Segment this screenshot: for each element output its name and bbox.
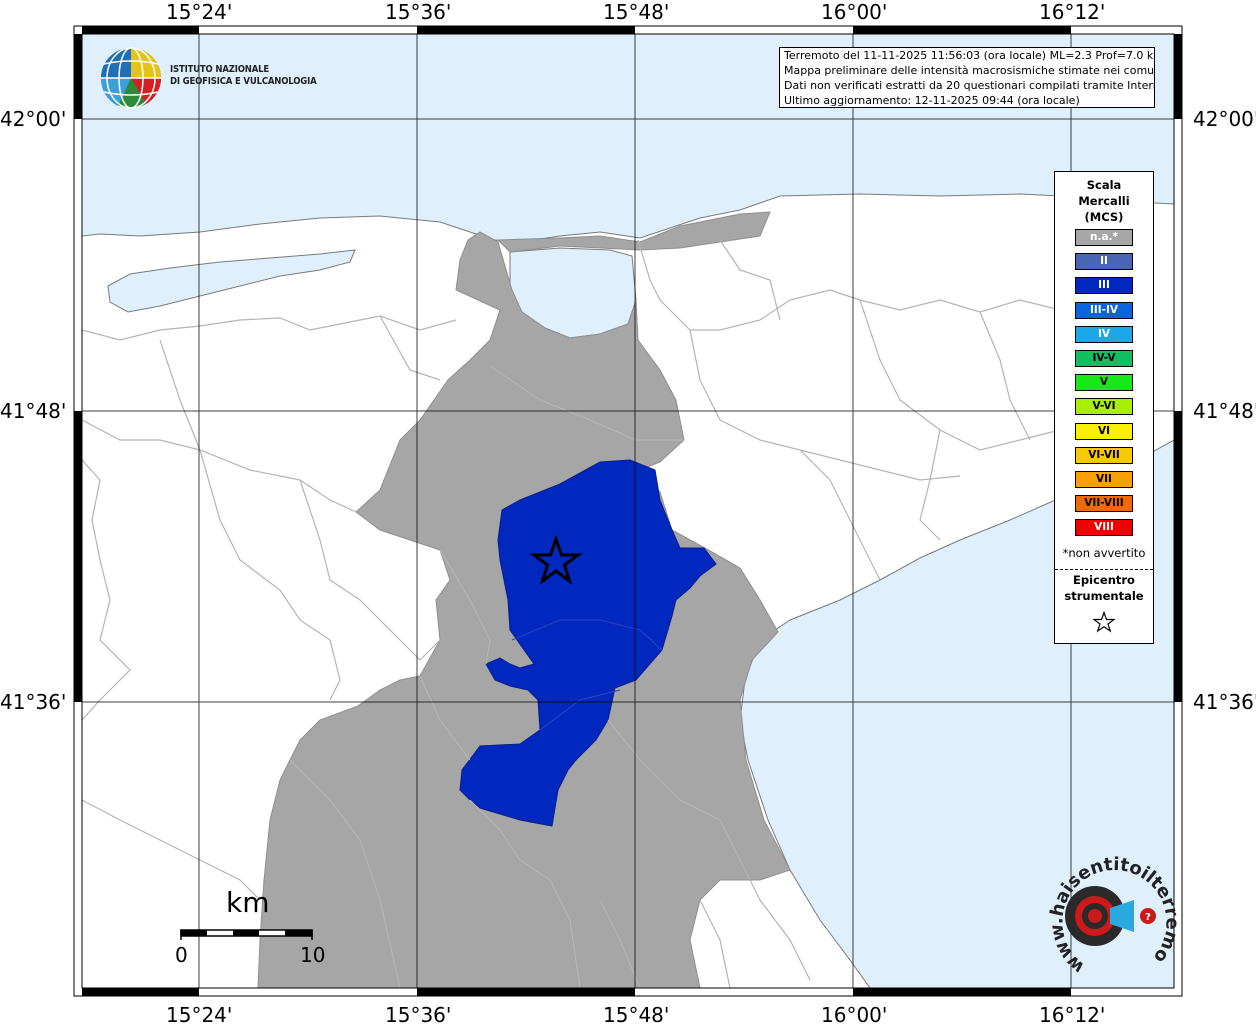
lon-label-bottom-5: 16°12'	[1039, 1003, 1106, 1027]
legend-swatch-iii: III	[1075, 277, 1133, 295]
lon-label-bottom-4: 16°00'	[821, 1003, 888, 1027]
legend-epicenter-label: Epicentro strumentale	[1055, 572, 1153, 604]
legend-swatch-ii: II	[1075, 253, 1133, 271]
legend-swatch-v: V	[1075, 374, 1133, 392]
event-info-line-4: Ultimo aggiornamento: 12-11-2025 09:44 (…	[784, 94, 1080, 107]
scale-max: 10	[300, 943, 326, 967]
legend-swatch-vii-viii: VII-VIII	[1075, 495, 1133, 513]
lat-label-left-2: 41°48'	[0, 399, 67, 423]
lat-label-left-1: 42°00'	[0, 107, 67, 131]
event-info-box: Terremoto del 11-11-2025 11:56:03 (ora l…	[779, 47, 1155, 108]
scale-unit: km	[226, 886, 270, 919]
event-info-line-2: Mappa preliminare delle intensità macros…	[784, 64, 1155, 77]
lat-label-right-2: 41°48'	[1193, 399, 1256, 423]
lon-label-top-5: 16°12'	[1039, 0, 1106, 24]
svg-text:?: ?	[1145, 912, 1151, 923]
legend-swatch-iv: IV	[1075, 325, 1133, 343]
ingv-logo-text: ISTITUTO NAZIONALE DI GEOFISICA E VULCAN…	[170, 64, 317, 88]
scale-min: 0	[175, 943, 188, 967]
event-info-line-1: Terremoto del 11-11-2025 11:56:03 (ora l…	[784, 49, 1155, 62]
lon-label-top-3: 15°48'	[603, 0, 670, 24]
legend-swatch-vi-vii: VI-VII	[1075, 446, 1133, 464]
lon-label-bottom-3: 15°48'	[603, 1003, 670, 1027]
mcs-legend: Scala Mercalli (MCS) n.a.* II III III-IV IV I…	[1054, 171, 1154, 644]
lon-label-top-1: 15°24'	[166, 0, 233, 24]
legend-not-felt-note: *non avvertito	[1062, 546, 1146, 560]
ingv-logo-icon	[100, 47, 161, 109]
legend-swatch-v-vi: V-VI	[1075, 398, 1133, 416]
lon-label-bottom-1: 15°24'	[166, 1003, 233, 1027]
ingv-logo-line1: ISTITUTO NAZIONALE	[170, 64, 270, 75]
legend-divider	[1055, 569, 1153, 570]
lon-label-bottom-2: 15°36'	[385, 1003, 452, 1027]
legend-swatch-iii-iv: III-IV	[1075, 301, 1133, 319]
legend-title-line-2: Mercalli	[1078, 194, 1130, 208]
legend-swatch-n-a: n.a.*	[1075, 229, 1133, 246]
legend-title-line-3: (MCS)	[1084, 210, 1124, 224]
legend-title: Scala Mercalli (MCS)	[1055, 177, 1153, 225]
event-info-line-3: Dati non verificati estratti da 20 quest…	[784, 79, 1155, 92]
legend-swatch-viii: VIII	[1075, 519, 1133, 537]
legend-swatch-iv-v: IV-V	[1075, 350, 1133, 367]
legend-title-line-1: Scala	[1086, 178, 1122, 192]
lat-label-right-1: 42°00'	[1193, 107, 1256, 131]
legend-epicenter-line-1: Epicentro	[1073, 573, 1135, 587]
lon-label-top-4: 16°00'	[821, 0, 888, 24]
legend-swatch-vii: VII	[1075, 471, 1133, 488]
ingv-logo-line2: DI GEOFISICA E VULCANOLOGIA	[170, 76, 317, 87]
lat-label-left-3: 41°36'	[0, 690, 67, 714]
legend-epicenter-star-icon	[1093, 611, 1115, 633]
legend-epicenter-line-2: strumentale	[1064, 589, 1144, 603]
lon-label-top-2: 15°36'	[385, 0, 452, 24]
legend-swatch-vi: VI	[1075, 422, 1133, 440]
lat-label-right-3: 41°36'	[1193, 690, 1256, 714]
